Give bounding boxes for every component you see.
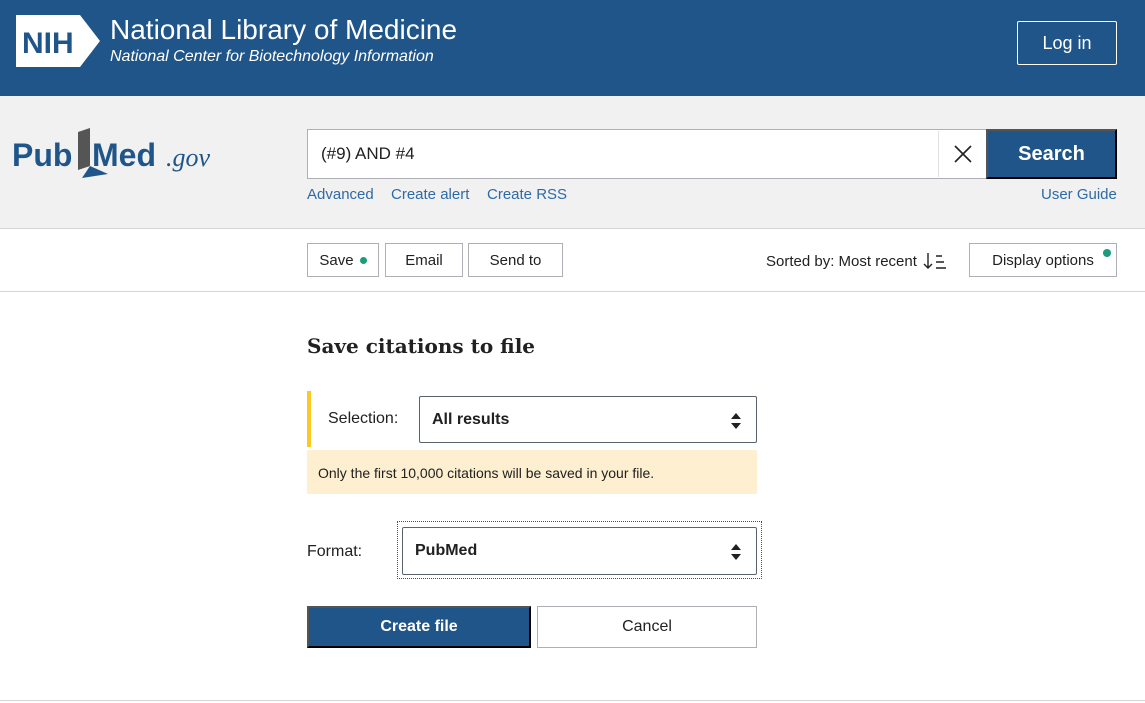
search-band: Pub Med .gov (#9) AND #4 Search Advanced… <box>0 96 1145 229</box>
selection-accent-bar <box>307 391 311 447</box>
display-options-button[interactable]: Display options <box>969 243 1117 277</box>
display-options-indicator-dot <box>1103 249 1111 257</box>
save-button-label: Save <box>319 251 354 269</box>
search-button[interactable]: Search <box>986 129 1117 179</box>
sort-control[interactable]: Sorted by: Most recent <box>766 251 947 271</box>
nih-logo[interactable]: NIH <box>14 13 102 69</box>
login-button[interactable]: Log in <box>1017 21 1117 65</box>
pubmed-logo-pub: Pub <box>12 137 72 173</box>
clear-search-button[interactable] <box>938 131 986 177</box>
results-toolbar: Save Email Send to Sorted by: Most recen… <box>0 229 1145 292</box>
select-arrows-icon <box>731 544 741 560</box>
active-indicator-dot <box>359 256 367 264</box>
bottom-divider <box>0 700 1145 701</box>
selection-select[interactable]: All results <box>419 396 757 443</box>
user-guide-link[interactable]: User Guide <box>1041 186 1117 203</box>
sort-descending-icon <box>923 253 946 269</box>
pubmed-logo[interactable]: Pub Med .gov <box>12 126 222 182</box>
save-button[interactable]: Save <box>307 243 379 277</box>
sorted-by-label: Sorted by: Most recent <box>766 252 917 270</box>
nih-title[interactable]: National Library of Medicine <box>110 14 457 46</box>
display-options-label: Display options <box>992 251 1094 269</box>
selection-label: Selection: <box>328 410 399 427</box>
pubmed-logo-gov: .gov <box>166 143 211 172</box>
panel-title: Save citations to file <box>307 334 536 358</box>
selection-value: All results <box>432 411 510 428</box>
close-icon <box>953 145 972 163</box>
send-to-button[interactable]: Send to <box>468 243 563 277</box>
create-file-button[interactable]: Create file <box>307 606 531 648</box>
format-value: PubMed <box>415 542 478 559</box>
nih-subtitle[interactable]: National Center for Biotechnology Inform… <box>110 47 434 67</box>
email-button[interactable]: Email <box>385 243 463 277</box>
format-select[interactable]: PubMed <box>402 527 757 575</box>
create-rss-link[interactable]: Create RSS <box>487 186 567 203</box>
search-input[interactable]: (#9) AND #4 <box>307 129 987 179</box>
nih-logo-text: NIH <box>22 27 74 60</box>
cancel-button[interactable]: Cancel <box>537 606 757 648</box>
citation-limit-notice: Only the first 10,000 citations will be … <box>307 450 757 494</box>
pubmed-logo-med: Med <box>92 137 156 173</box>
create-alert-link[interactable]: Create alert <box>391 186 469 203</box>
nih-header: NIH National Library of Medicine Nationa… <box>0 0 1145 96</box>
advanced-search-link[interactable]: Advanced <box>307 186 374 203</box>
format-label: Format: <box>307 543 363 560</box>
select-arrows-icon <box>731 413 741 429</box>
search-query-text[interactable]: (#9) AND #4 <box>321 144 415 164</box>
